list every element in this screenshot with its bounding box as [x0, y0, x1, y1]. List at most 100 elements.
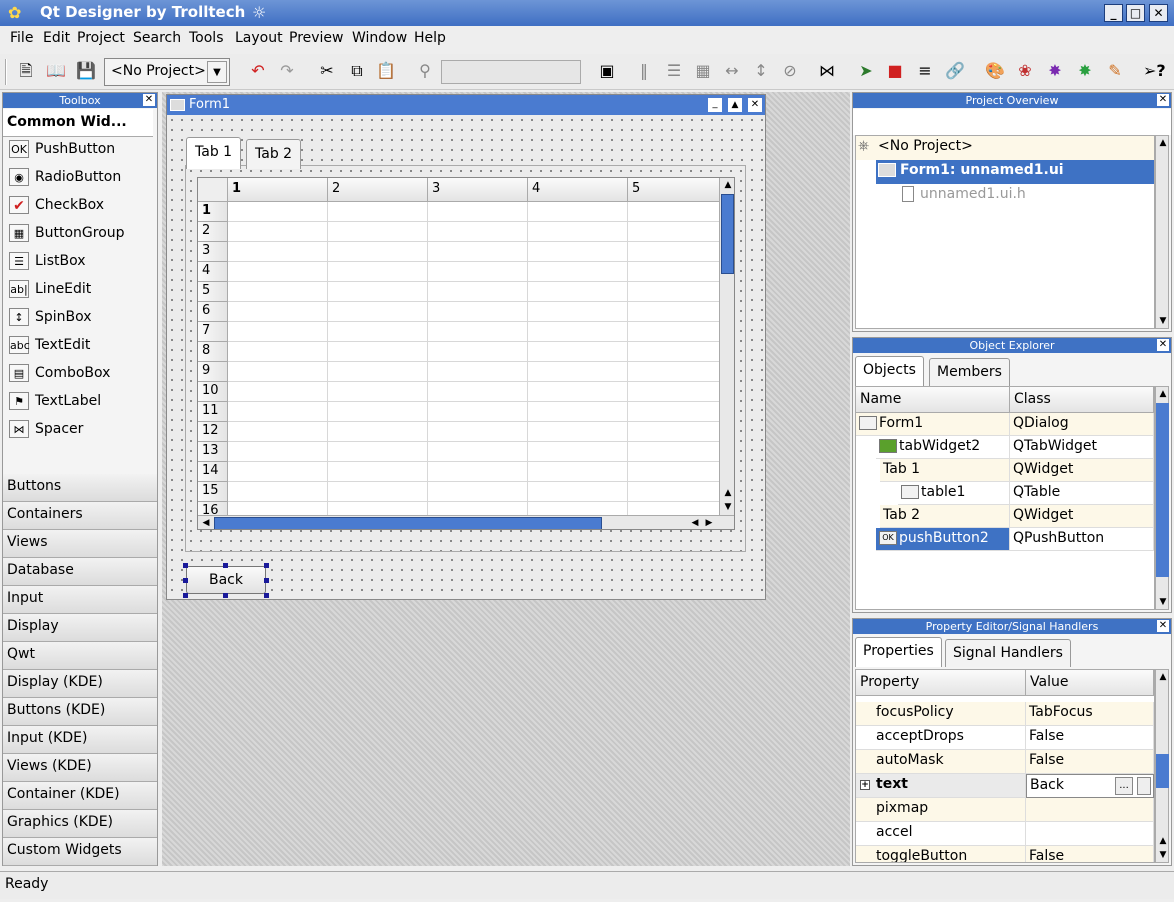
scroll-up-icon[interactable]: ▲ [721, 178, 734, 192]
find-icon[interactable]: ⚲ [414, 60, 436, 82]
selection-handle[interactable] [264, 563, 269, 568]
scroll-thumb[interactable] [1156, 403, 1169, 577]
property-value-cell[interactable]: False [1026, 750, 1154, 774]
close-button[interactable]: ✕ [1149, 4, 1168, 22]
selection-handle[interactable] [223, 563, 228, 568]
dropdown-icon[interactable] [1137, 777, 1151, 795]
scroll-left-icon[interactable]: ◀ [688, 516, 702, 529]
object-row-name[interactable]: Tab 1 [880, 459, 1010, 482]
scroll-down-icon[interactable]: ▼ [721, 500, 734, 514]
scroll-up-icon[interactable]: ▲ [1156, 834, 1170, 848]
menu-project[interactable]: Project [77, 30, 125, 46]
property-name-cell[interactable]: pixmap [856, 798, 1026, 822]
palette-icon[interactable]: 🎨 [984, 60, 1006, 82]
close-icon[interactable]: ✕ [1157, 339, 1169, 351]
pointer-icon[interactable]: ➤ [855, 60, 877, 82]
object-row-class[interactable]: QTabWidget [1010, 436, 1154, 459]
more-icon[interactable]: ... [1115, 777, 1133, 795]
toolbox-item[interactable]: ▦ ButtonGroup [9, 224, 125, 242]
toolbox-section[interactable]: Container (KDE) [3, 782, 157, 810]
table-column-header[interactable]: 1 [228, 178, 328, 202]
selection-handle[interactable] [264, 578, 269, 583]
object-row-name[interactable]: Tab 2 [880, 505, 1010, 528]
tab-1[interactable]: Tab 1 [186, 137, 242, 169]
menu-search[interactable]: Search [133, 30, 181, 46]
object-tree-scrollbar[interactable]: ▲ ▼ [1155, 386, 1169, 610]
table-row-header[interactable]: 3 [198, 242, 228, 262]
toolbox-item[interactable]: ⋈ Spacer [9, 420, 83, 438]
maximize-button[interactable]: ▲ [728, 98, 742, 112]
undo-icon[interactable]: ↶ [247, 60, 269, 82]
table-row-header[interactable]: 10 [198, 382, 228, 402]
close-icon[interactable]: ✕ [143, 94, 155, 106]
cut-icon[interactable]: ✂ [316, 60, 338, 82]
tree-item-no-project[interactable]: ⎈ <No Project> [856, 136, 1154, 160]
scroll-thumb[interactable] [214, 517, 602, 529]
selection-handle[interactable] [183, 563, 188, 568]
toolbox-section-header[interactable]: Common Wid... [3, 109, 153, 137]
selection-handle[interactable] [183, 593, 188, 598]
table-row-header[interactable]: 7 [198, 322, 228, 342]
toolbox-section[interactable]: Containers [3, 502, 157, 530]
toolbox-section[interactable]: Input (KDE) [3, 726, 157, 754]
object-row-name[interactable]: OK pushButton2 [876, 528, 1010, 551]
toolbox-section[interactable]: Display [3, 614, 157, 642]
property-scrollbar[interactable]: ▲ ▲ ▼ [1155, 669, 1169, 863]
tab-signal-handlers[interactable]: Signal Handlers [945, 639, 1071, 667]
tab-properties[interactable]: Properties [855, 637, 942, 667]
table-column-header[interactable]: 4 [528, 178, 628, 202]
toolbox-section[interactable]: Custom Widgets [3, 838, 157, 866]
object-row-name[interactable]: table1 [898, 482, 1010, 505]
expand-icon[interactable]: + [860, 780, 870, 790]
table-row-header[interactable]: 8 [198, 342, 228, 362]
column-header-class[interactable]: Class [1010, 387, 1154, 413]
property-name-cell[interactable]: + text [856, 774, 1026, 798]
open-file-icon[interactable]: 📖 [45, 60, 67, 82]
property-value-cell[interactable]: Back... [1026, 774, 1154, 798]
property-value-cell[interactable] [1026, 798, 1154, 822]
tab-members[interactable]: Members [929, 358, 1010, 386]
search-input[interactable] [441, 60, 581, 84]
close-icon[interactable]: ✕ [1157, 94, 1169, 106]
menu-window[interactable]: Window [352, 30, 407, 46]
selection-handle[interactable] [264, 593, 269, 598]
property-value-cell[interactable]: False [1026, 726, 1154, 750]
scroll-down-icon[interactable]: ▼ [1156, 314, 1170, 328]
star-icon[interactable]: ✸ [1044, 60, 1066, 82]
scroll-up-icon[interactable]: ▲ [1156, 670, 1170, 684]
table-column-header[interactable]: 3 [428, 178, 528, 202]
toolbox-item[interactable]: OK PushButton [9, 140, 115, 158]
project-tree-scrollbar[interactable]: ▲ ▼ [1155, 135, 1169, 329]
layout-grid-icon[interactable]: ▦ [692, 60, 714, 82]
toolbox-item[interactable]: ab| LineEdit [9, 280, 91, 298]
paste-icon[interactable]: 📋 [375, 60, 397, 82]
tab-2[interactable]: Tab 2 [246, 139, 302, 169]
selection-handle[interactable] [183, 578, 188, 583]
property-name-cell[interactable]: autoMask [856, 750, 1026, 774]
whats-this-icon[interactable]: ➢? [1143, 60, 1166, 82]
toolbox-section[interactable]: Views (KDE) [3, 754, 157, 782]
object-row-class[interactable]: QWidget [1010, 459, 1154, 482]
property-name-cell[interactable]: acceptDrops [856, 726, 1026, 750]
property-value-cell[interactable] [1026, 822, 1154, 846]
object-row-name[interactable]: tabWidget2 [876, 436, 1010, 459]
minimize-button[interactable]: _ [708, 98, 722, 112]
table-row-header[interactable]: 9 [198, 362, 228, 382]
property-value-cell[interactable]: False [1026, 846, 1154, 862]
layout-horizontal-icon[interactable]: ‖ [633, 60, 655, 82]
paint-icon[interactable]: ❀ [1014, 60, 1036, 82]
menu-file[interactable]: File [10, 30, 33, 46]
table-row-header[interactable]: 2 [198, 222, 228, 242]
column-header-value[interactable]: Value [1026, 670, 1154, 696]
tab-objects[interactable]: Objects [855, 356, 924, 386]
column-header-name[interactable]: Name [856, 387, 1010, 413]
back-button[interactable]: Back [186, 566, 266, 594]
table-row-header[interactable]: 5 [198, 282, 228, 302]
redo-icon[interactable]: ↷ [276, 60, 298, 82]
scroll-left-icon[interactable]: ◀ [199, 516, 213, 529]
table1[interactable]: 12345 1 2 3 4 5 6 7 8 9 10 11 12 13 14 15 16 ▲ ▲ ▼ ◀ ◀ … [197, 177, 735, 530]
object-row-class[interactable]: QTable [1010, 482, 1154, 505]
close-button[interactable]: ✕ [748, 98, 762, 112]
table-column-header[interactable]: 2 [328, 178, 428, 202]
object-row-class[interactable]: QPushButton [1010, 528, 1154, 551]
